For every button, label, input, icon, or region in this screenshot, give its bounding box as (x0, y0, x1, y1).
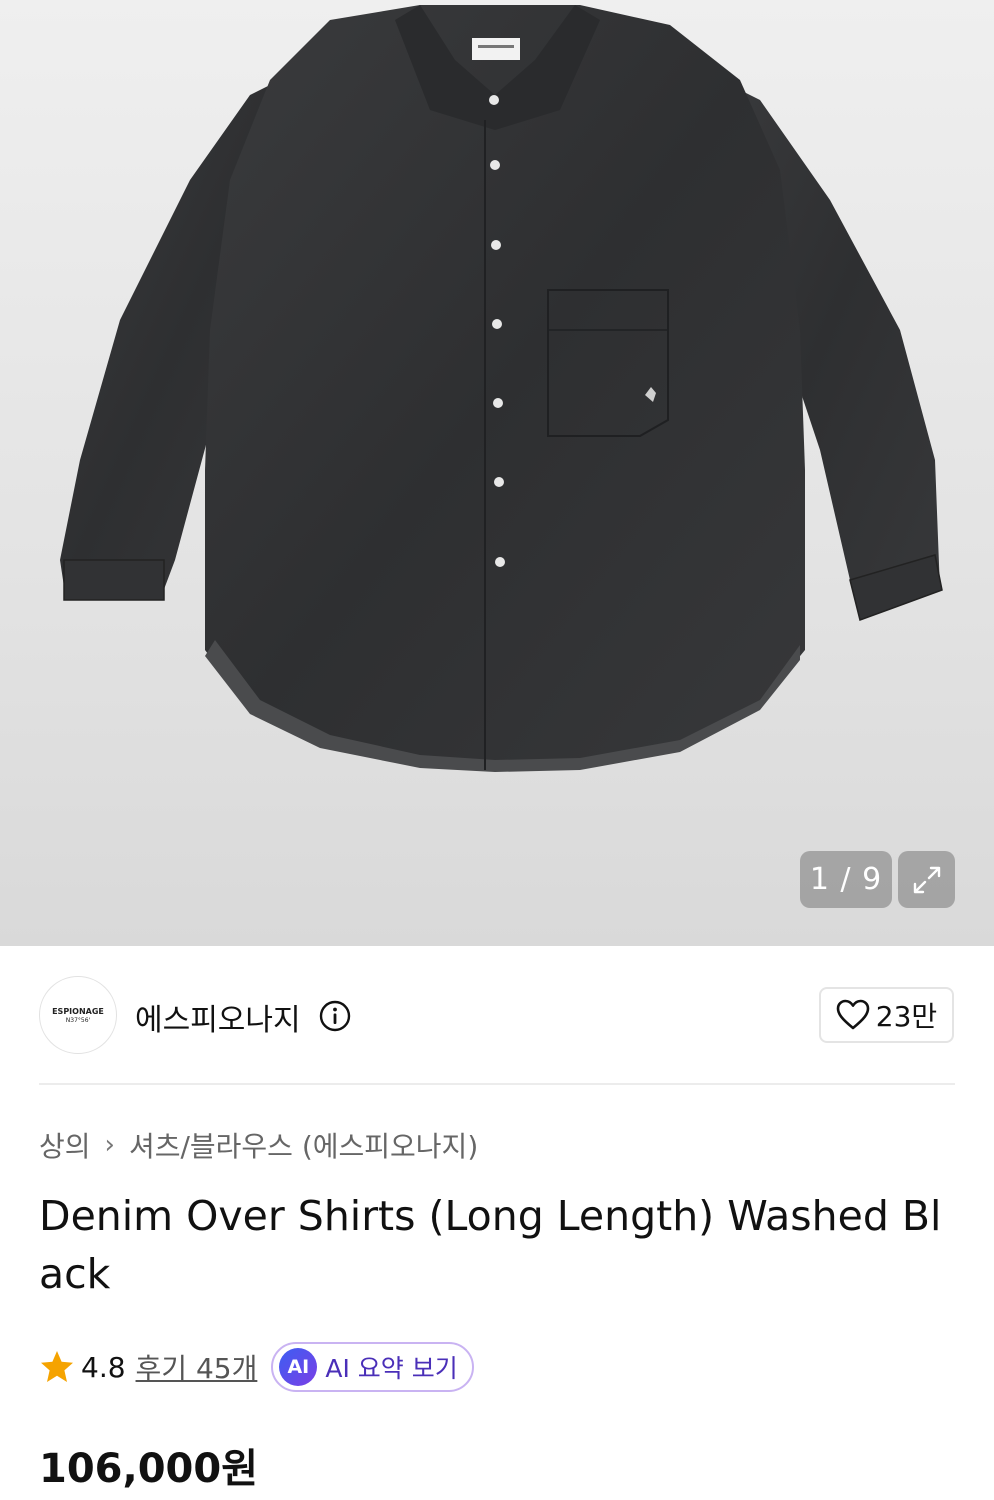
ai-summary-label: AI 요약 보기 (325, 1354, 458, 1383)
divider (39, 1083, 955, 1085)
brand-logo[interactable]: ESPIONAGE N37°56' (39, 976, 117, 1054)
expand-button[interactable] (898, 851, 955, 908)
product-image[interactable] (0, 0, 994, 946)
brand-name[interactable]: 에스피오나지 (135, 995, 301, 1039)
ai-badge-icon: AI (279, 1348, 318, 1386)
product-price: 106,000원 (39, 1446, 258, 1492)
breadcrumb: 상의 › 셔츠/블라우스 (에스피오나지) (39, 1125, 478, 1165)
expand-icon (913, 866, 940, 893)
breadcrumb-level2[interactable]: 셔츠/블라우스 (에스피오나지) (129, 1125, 478, 1165)
rating-row: 4.8 후기 45개 AI AI 요약 보기 (39, 1341, 474, 1393)
star-icon (41, 1351, 73, 1382)
like-button[interactable]: 23만 (819, 987, 954, 1043)
product-image-gallery[interactable]: 1 / 9 (0, 0, 994, 946)
ai-summary-button[interactable]: AI AI 요약 보기 (271, 1342, 474, 1392)
brand-logo-text: ESPIONAGE (52, 1006, 104, 1016)
breadcrumb-level1[interactable]: 상의 (39, 1125, 91, 1165)
image-counter: 1 / 9 (800, 851, 892, 908)
review-count-link[interactable]: 후기 45개 (136, 1347, 258, 1387)
brand-logo-subtext: N37°56' (65, 1016, 91, 1024)
like-count: 23만 (875, 1000, 938, 1033)
info-icon[interactable] (319, 1000, 351, 1032)
brand-row: ESPIONAGE N37°56' 에스피오나지 23만 (39, 976, 955, 1054)
rating-score: 4.8 (81, 1350, 126, 1384)
heart-icon (836, 999, 870, 1030)
chevron-right-icon: › (104, 1130, 115, 1160)
product-title: Denim Over Shirts (Long Length) Washed B… (39, 1192, 942, 1298)
